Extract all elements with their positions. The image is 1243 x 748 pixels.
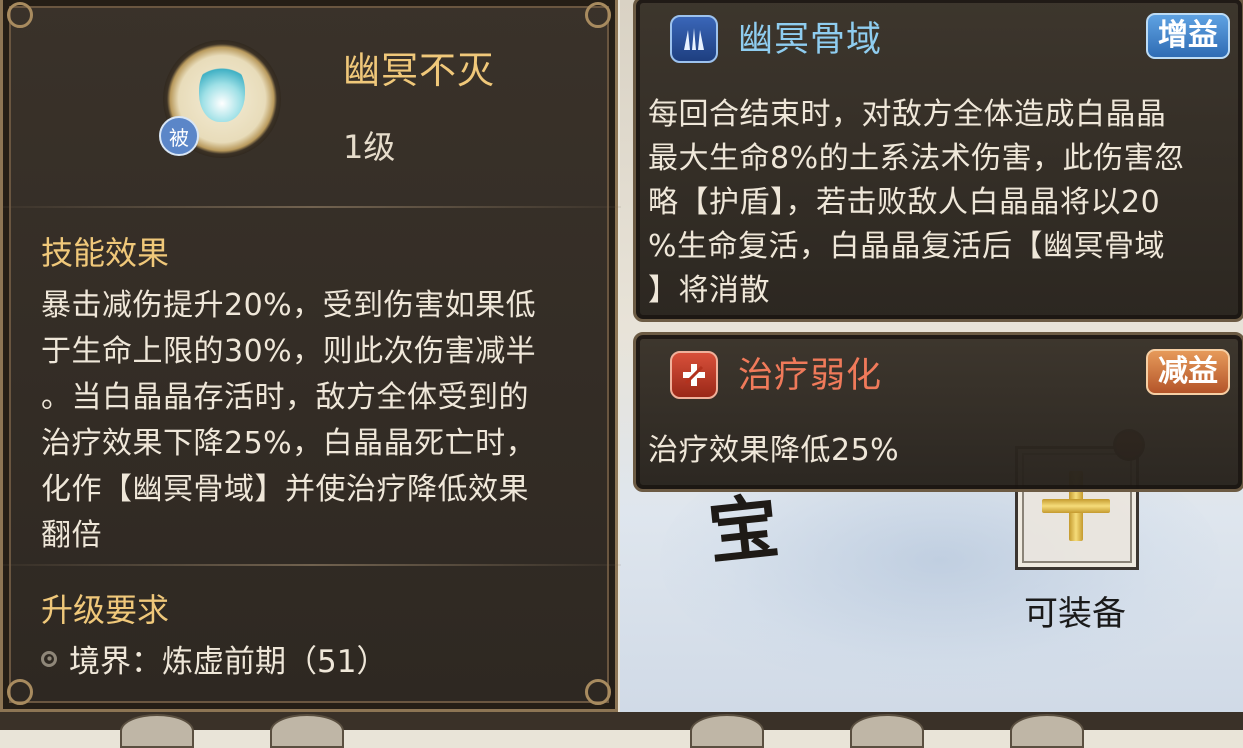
corner-ornament — [7, 2, 33, 28]
effect-line: 。当白晶晶存活时，敌方全体受到的 — [41, 380, 529, 415]
spiral-icon — [41, 650, 57, 667]
ghost-flame-icon — [199, 60, 245, 122]
skill-name: 幽冥不灭 — [343, 49, 495, 92]
divider — [3, 564, 621, 566]
upgrade-requirement-row: 境界：炼虚前期（51） — [41, 636, 387, 681]
passive-badge: 被 — [159, 116, 199, 156]
buff-tag: 增益 — [1146, 13, 1230, 59]
skill-level: 1级 — [343, 128, 396, 166]
bottom-toolbar — [0, 712, 1243, 748]
toolbar-slot[interactable] — [850, 714, 924, 748]
effect-line: 化作【幽冥骨域】并使治疗降低效果 — [41, 472, 529, 507]
effect-line: 治疗效果下降25%，白晶晶死亡时， — [41, 426, 537, 461]
claw-icon — [670, 15, 718, 63]
buff-line: 最大生命8%的土系法术伤害，此伤害忽 — [648, 141, 1185, 176]
buff-header: 幽冥骨域 增益 — [636, 0, 1242, 75]
corner-ornament — [585, 679, 611, 705]
toolbar-slot[interactable] — [1010, 714, 1084, 748]
buff-card-bone-domain: 幽冥骨域 增益 每回合结束时，对敌方全体造成白晶晶 最大生命8%的土系法术伤害，… — [633, 0, 1243, 322]
buff-title: 幽冥骨域 — [738, 20, 883, 60]
buff-description: 每回合结束时，对敌方全体造成白晶晶 最大生命8%的土系法术伤害，此伤害忽 略【护… — [648, 93, 1238, 313]
upgrade-requirement: 境界：炼虚前期（51） — [69, 644, 388, 680]
effect-section-title: 技能效果 — [41, 234, 170, 272]
buff-header: 治疗弱化 减益 — [636, 335, 1242, 411]
buff-title: 治疗弱化 — [738, 356, 883, 396]
corner-ornament — [7, 679, 33, 705]
broken-cross-icon — [670, 351, 718, 399]
buff-line: 】将消散 — [648, 273, 770, 308]
toolbar-slot[interactable] — [120, 714, 194, 748]
buff-line: 每回合结束时，对敌方全体造成白晶晶 — [648, 97, 1167, 132]
skill-tooltip-panel: 被 幽冥不灭 1级 技能效果 暴击减伤提升20%，受到伤害如果低 于生命上限的3… — [0, 0, 621, 712]
buff-tag: 减益 — [1146, 349, 1230, 395]
effect-line: 于生命上限的30%，则此次伤害减半 — [41, 334, 537, 369]
buff-card-heal-weaken: 治疗弱化 减益 治疗效果降低25% — [633, 332, 1243, 492]
equip-label: 可装备 — [1024, 594, 1126, 634]
buff-line: 略【护盾】，若击败敌人白晶晶将以20 — [648, 185, 1161, 220]
buff-description: 治疗效果降低25% — [648, 429, 1238, 473]
skill-effect-text: 暴击减伤提升20%，受到伤害如果低 于生命上限的30%，则此次伤害减半 。当白晶… — [41, 283, 609, 559]
effect-line: 翻倍 — [41, 518, 102, 553]
buff-line: 治疗效果降低25% — [648, 433, 900, 468]
buff-line: %生命复活，白晶晶复活后【幽冥骨域 — [648, 229, 1166, 264]
divider — [3, 206, 621, 208]
toolbar-slot[interactable] — [270, 714, 344, 748]
toolbar-slot[interactable] — [690, 714, 764, 748]
plus-icon-bar — [1042, 499, 1110, 513]
effect-line: 暴击减伤提升20%，受到伤害如果低 — [41, 288, 537, 323]
upgrade-section-title: 升级要求 — [41, 591, 170, 629]
corner-ornament — [585, 2, 611, 28]
